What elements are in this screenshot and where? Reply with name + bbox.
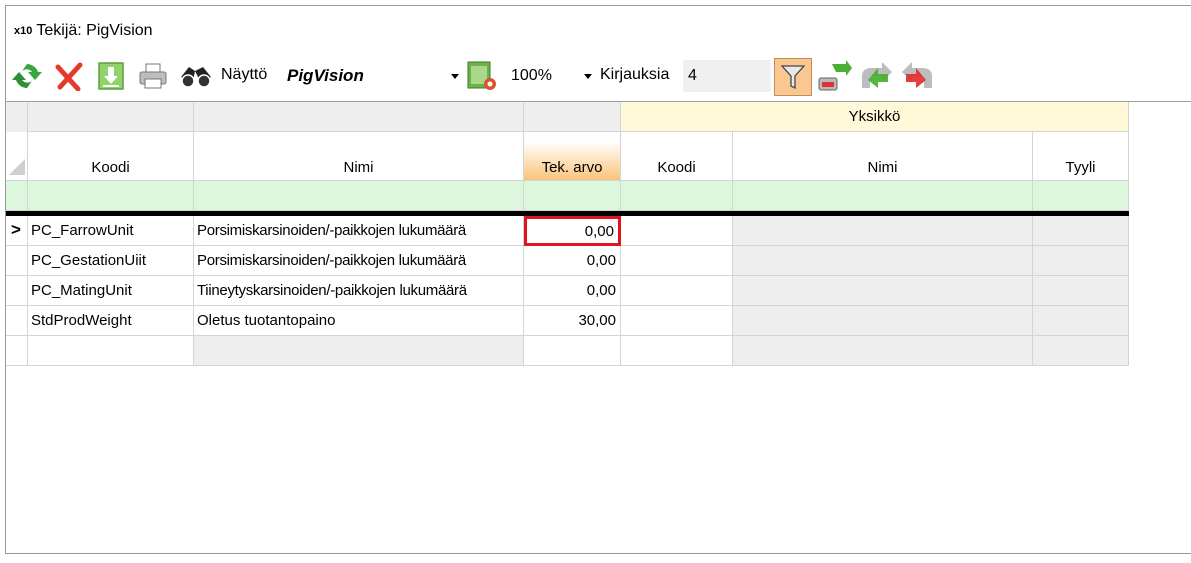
table-cell-name[interactable]: Oletus tuotantopaino xyxy=(194,306,524,336)
window-badge: x10 xyxy=(14,25,33,37)
back-icon[interactable] xyxy=(900,58,936,96)
chevron-down-icon xyxy=(584,74,592,79)
toolbar: Näyttö PigVision 100% Kirjauksia 4 xyxy=(6,56,1191,100)
forward-icon[interactable] xyxy=(858,58,894,96)
grid-corner xyxy=(6,102,28,132)
column-header-unit-style[interactable]: Tyyli xyxy=(1033,132,1129,181)
filter-icon[interactable] xyxy=(774,58,812,96)
new-row-cell-code[interactable] xyxy=(28,336,194,366)
binoculars-icon[interactable] xyxy=(178,58,214,94)
table-cell-unit-code[interactable] xyxy=(621,216,733,246)
table-cell-code[interactable]: StdProdWeight xyxy=(28,306,194,336)
table-cell-name[interactable]: Porsimiskarsinoiden/-paikkojen lukumäärä xyxy=(194,246,524,276)
table-cell-unit-code[interactable] xyxy=(621,306,733,336)
settings-report-icon[interactable] xyxy=(464,58,500,94)
filter-cell-name[interactable] xyxy=(194,181,524,211)
column-header-name[interactable]: Nimi xyxy=(194,132,524,181)
filter-cell-unit-code[interactable] xyxy=(621,181,733,211)
table-cell-unit-code[interactable] xyxy=(621,276,733,306)
table-cell-unit-style xyxy=(1033,276,1129,306)
column-header-tech-value[interactable]: Tek. arvo xyxy=(524,132,621,181)
table-cell-unit-code[interactable] xyxy=(621,246,733,276)
table-cell-tech-value-selected[interactable]: 0,00 xyxy=(524,216,621,246)
window-title: Tekijä: PigVision xyxy=(36,22,153,39)
row-indicator[interactable] xyxy=(6,276,28,306)
view-select-value: PigVision xyxy=(287,66,364,85)
save-download-icon[interactable] xyxy=(94,58,128,94)
group-header-empty xyxy=(28,102,194,132)
row-indicator[interactable]: > xyxy=(6,216,28,246)
column-header-code[interactable]: Koodi xyxy=(28,132,194,181)
current-row-marker: > xyxy=(11,220,21,239)
table-cell-unit-name xyxy=(733,216,1033,246)
column-header-unit-code[interactable]: Koodi xyxy=(621,132,733,181)
table-cell-tech-value[interactable]: 0,00 xyxy=(524,246,621,276)
filter-row-indicator xyxy=(6,181,28,211)
filter-cell-code[interactable] xyxy=(28,181,194,211)
filter-cell-unit-style[interactable] xyxy=(1033,181,1129,211)
records-count-field: 4 xyxy=(683,60,771,92)
row-indicator[interactable] xyxy=(6,306,28,336)
view-label: Näyttö xyxy=(221,66,268,83)
delete-icon[interactable] xyxy=(52,58,86,94)
table-cell-name[interactable]: Porsimiskarsinoiden/-paikkojen lukumäärä xyxy=(194,216,524,246)
zoom-select-value: 100% xyxy=(511,67,552,84)
refresh-icon[interactable] xyxy=(10,58,44,94)
group-header-empty xyxy=(524,102,621,132)
view-select[interactable]: PigVision xyxy=(281,60,461,92)
chevron-down-icon xyxy=(451,74,459,79)
new-row-cell-unit-style xyxy=(1033,336,1129,366)
column-header-unit-name[interactable]: Nimi xyxy=(733,132,1033,181)
table-cell-unit-name xyxy=(733,246,1033,276)
export-icon[interactable] xyxy=(816,58,852,96)
table-cell-tech-value[interactable]: 0,00 xyxy=(524,276,621,306)
zoom-select[interactable]: 100% xyxy=(504,60,596,92)
table-cell-unit-name xyxy=(733,306,1033,336)
table-cell-unit-style xyxy=(1033,216,1129,246)
table-cell-tech-value[interactable]: 30,00 xyxy=(524,306,621,336)
table-cell-code[interactable]: PC_FarrowUnit xyxy=(28,216,194,246)
filter-cell-tech-value[interactable] xyxy=(524,181,621,211)
group-header-empty xyxy=(194,102,524,132)
grid-corner-sort xyxy=(6,132,28,181)
main-window: x10 Tekijä: PigVision Näyttö PigVision 1… xyxy=(5,5,1191,554)
group-header-unit: Yksikkö xyxy=(621,102,1129,132)
table-cell-code[interactable]: PC_MatingUnit xyxy=(28,276,194,306)
row-indicator[interactable] xyxy=(6,246,28,276)
records-label: Kirjauksia xyxy=(600,66,670,83)
print-icon[interactable] xyxy=(136,58,170,94)
new-row-cell-unit-code[interactable] xyxy=(621,336,733,366)
new-row-indicator[interactable] xyxy=(6,336,28,366)
new-row-cell-name xyxy=(194,336,524,366)
table-cell-unit-style xyxy=(1033,246,1129,276)
filter-cell-unit-name[interactable] xyxy=(733,181,1033,211)
table-cell-unit-name xyxy=(733,276,1033,306)
title-bar: x10 Tekijä: PigVision xyxy=(14,20,153,42)
records-count-value: 4 xyxy=(688,67,697,84)
table-cell-name[interactable]: Tiineytyskarsinoiden/-paikkojen lukumäär… xyxy=(194,276,524,306)
new-row-cell-unit-name xyxy=(733,336,1033,366)
data-grid: Yksikkö Koodi Nimi Tek. arvo Koodi Nimi … xyxy=(6,101,1191,555)
table-cell-unit-style xyxy=(1033,306,1129,336)
table-cell-code[interactable]: PC_GestationUiit xyxy=(28,246,194,276)
new-row-cell-tech-value[interactable] xyxy=(524,336,621,366)
